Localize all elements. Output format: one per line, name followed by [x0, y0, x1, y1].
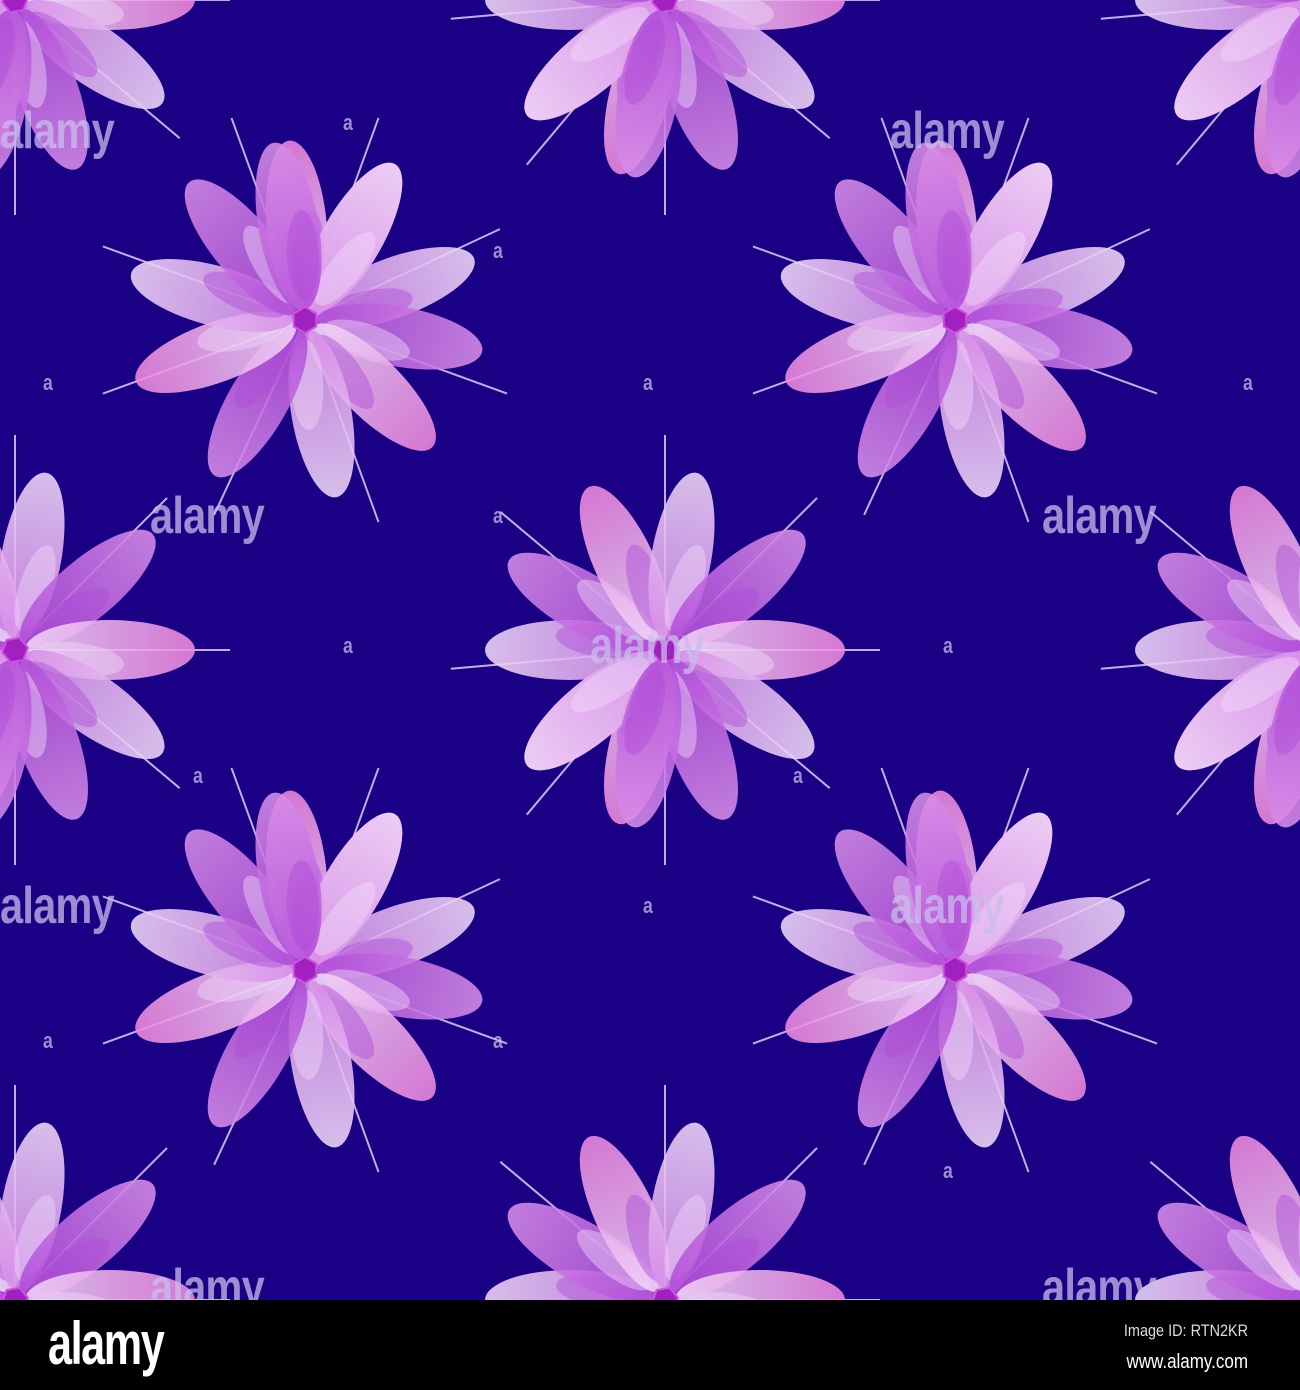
- footer-bar: alamy Image ID: RTN2KR www.alamy.com: [0, 1300, 1300, 1390]
- watermark-small: a: [43, 1028, 53, 1053]
- watermark-small: a: [643, 370, 653, 395]
- watermark-small: a: [343, 110, 353, 135]
- watermark-small: a: [343, 633, 353, 658]
- watermark-small: a: [493, 238, 503, 263]
- watermark: alamy: [890, 877, 1005, 935]
- watermark: alamy: [1042, 487, 1157, 545]
- watermark: alamy: [150, 487, 265, 545]
- watermark-small: a: [493, 503, 503, 528]
- watermark-small: a: [1243, 370, 1253, 395]
- watermark: alamy: [0, 877, 115, 935]
- watermark-small: a: [43, 370, 53, 395]
- watermark-small: a: [643, 893, 653, 918]
- watermark-small: a: [793, 763, 803, 788]
- watermark-small: a: [943, 633, 953, 658]
- watermark-small: a: [493, 1028, 503, 1053]
- image-id: Image ID: RTN2KR: [1123, 1321, 1248, 1340]
- site-url[interactable]: www.alamy.com: [1126, 1352, 1248, 1372]
- watermark: alamy: [890, 102, 1005, 160]
- stock-image: alamy alamy alamy alamy alamy alamy alam…: [0, 0, 1300, 1390]
- watermark-small: a: [943, 1158, 953, 1183]
- flower-pattern: alamy alamy alamy alamy alamy alamy alam…: [0, 0, 1300, 1314]
- watermark: alamy: [590, 617, 705, 675]
- watermark-small: a: [193, 763, 203, 788]
- watermark: alamy: [0, 102, 115, 160]
- alamy-logo: alamy: [48, 1310, 165, 1377]
